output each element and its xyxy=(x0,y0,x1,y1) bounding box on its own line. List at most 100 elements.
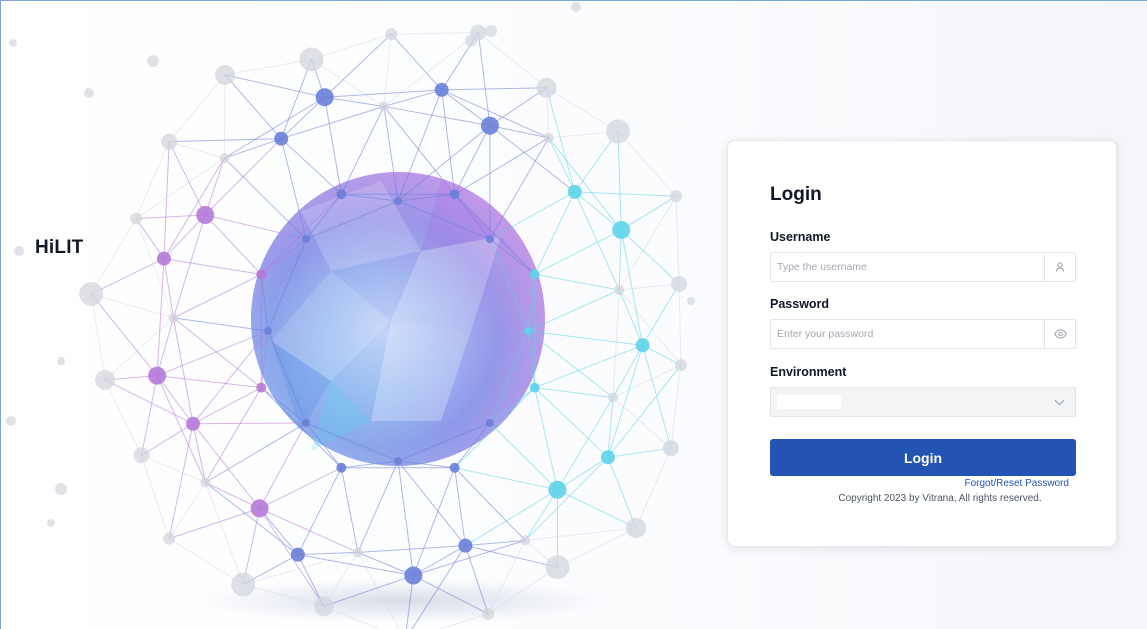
network-edge xyxy=(156,375,262,389)
username-input[interactable] xyxy=(771,253,1044,281)
network-node xyxy=(529,382,540,393)
network-node xyxy=(635,338,650,353)
network-node xyxy=(567,184,582,199)
network-edge xyxy=(524,489,558,541)
network-edge xyxy=(441,89,456,195)
network-node xyxy=(264,327,272,335)
network-node xyxy=(95,369,116,390)
network-node xyxy=(449,462,460,473)
network-edge xyxy=(163,141,170,260)
network-edge xyxy=(675,195,680,285)
network-edge xyxy=(357,460,399,553)
environment-label: Environment xyxy=(770,365,847,379)
network-edge xyxy=(607,447,672,458)
network-edge xyxy=(477,32,548,89)
copyright-text-wrapper: Copyright 2023 by Vitrana, All rights re… xyxy=(728,493,1118,504)
network-node xyxy=(404,566,423,585)
network-node xyxy=(605,119,630,144)
login-title: Login xyxy=(770,184,822,205)
network-edge xyxy=(141,454,206,483)
environment-select[interactable] xyxy=(770,387,1076,417)
network-node xyxy=(231,572,256,597)
network-node xyxy=(148,366,167,385)
network-edge xyxy=(620,195,677,231)
network-node xyxy=(156,251,171,266)
background-dot xyxy=(485,25,497,37)
network-edge xyxy=(642,344,672,449)
network-node xyxy=(524,327,532,335)
network-edge xyxy=(556,396,614,491)
network-node xyxy=(256,269,267,280)
brand-logo-text: HiLIT xyxy=(35,237,84,258)
network-edge xyxy=(412,467,456,577)
network-edge xyxy=(464,545,559,568)
network-node xyxy=(385,28,398,41)
background-dot xyxy=(571,2,581,12)
network-edge xyxy=(489,125,550,139)
network-edge xyxy=(135,218,165,260)
network-node xyxy=(674,359,687,372)
network-edge xyxy=(383,105,491,127)
network-node xyxy=(600,450,615,465)
network-edge xyxy=(280,96,326,140)
eye-icon[interactable] xyxy=(1044,320,1075,348)
network-edge xyxy=(324,96,342,195)
network-node xyxy=(256,382,267,393)
network-edge xyxy=(618,283,680,291)
network-node xyxy=(133,447,150,464)
network-node xyxy=(671,276,688,293)
network-edge xyxy=(223,96,326,159)
network-edge xyxy=(412,545,466,577)
network-node xyxy=(536,77,557,98)
login-card: Login Username Password Environment xyxy=(727,140,1117,547)
network-edge xyxy=(612,289,620,398)
network-edge xyxy=(489,137,550,240)
network-edge xyxy=(324,96,385,107)
network-edge xyxy=(489,87,548,127)
network-edge xyxy=(163,157,225,260)
network-node xyxy=(161,133,178,150)
network-edge xyxy=(163,214,206,260)
network-edge xyxy=(534,344,644,389)
password-input[interactable] xyxy=(771,320,1044,348)
network-edge xyxy=(297,554,414,577)
network-edge xyxy=(383,89,443,107)
network-edge xyxy=(383,32,479,107)
network-edge xyxy=(548,137,576,193)
network-node xyxy=(215,64,236,85)
network-edge xyxy=(574,191,620,291)
network-edge xyxy=(141,375,158,456)
network-edge xyxy=(223,157,307,240)
network-node xyxy=(485,235,494,244)
username-field-wrapper xyxy=(770,252,1076,282)
network-node xyxy=(449,189,460,200)
network-node xyxy=(168,312,179,323)
network-node xyxy=(163,532,176,545)
password-field-wrapper xyxy=(770,319,1076,349)
forgot-reset-password-link[interactable]: Forgot/Reset Password xyxy=(965,478,1070,489)
network-node xyxy=(480,116,499,135)
network-edge xyxy=(454,467,526,541)
network-edge xyxy=(172,214,206,319)
network-edge xyxy=(477,32,491,127)
network-edge xyxy=(534,387,614,398)
network-node xyxy=(607,392,618,403)
network-node xyxy=(394,197,402,205)
network-node xyxy=(196,205,215,224)
network-edge xyxy=(527,330,644,346)
network-edge xyxy=(489,191,576,240)
chevron-down-icon[interactable] xyxy=(1044,388,1075,416)
network-edge xyxy=(618,195,677,291)
network-edge xyxy=(172,317,194,425)
login-button[interactable]: Login xyxy=(770,439,1076,476)
network-node xyxy=(79,282,104,307)
network-edge xyxy=(527,330,614,398)
network-node xyxy=(614,284,625,295)
network-edge xyxy=(192,422,307,425)
network-edge xyxy=(223,74,226,159)
network-edge xyxy=(192,423,206,483)
network-edge xyxy=(297,551,359,556)
network-node xyxy=(626,517,647,538)
network-edge xyxy=(156,330,269,377)
password-label: Password xyxy=(770,297,830,311)
